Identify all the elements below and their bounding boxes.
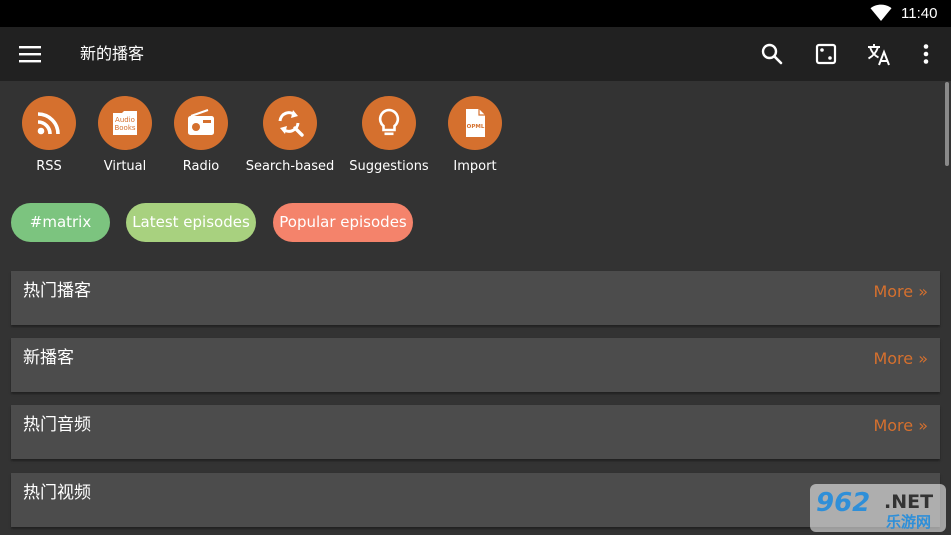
category-suggestions-circle: [362, 96, 416, 150]
section-popular-video[interactable]: 热门视频: [11, 473, 940, 527]
category-label: Radio: [182, 159, 220, 174]
app-screen: 11:40 新的播客 RSS Audio Books Virtual Radio…: [0, 0, 951, 535]
category-search-based[interactable]: Search-based: [245, 96, 335, 180]
menu-icon[interactable]: [18, 42, 44, 66]
category-virtual-circle: Audio Books: [98, 96, 152, 150]
svg-text:乐游网: 乐游网: [886, 513, 931, 531]
more-link[interactable]: More »: [873, 348, 928, 370]
svg-text:OPML: OPML: [467, 124, 485, 130]
opml-file-icon: OPML: [466, 109, 485, 137]
tag-popular-episodes[interactable]: Popular episodes: [273, 203, 413, 242]
more-link[interactable]: More »: [873, 281, 928, 303]
section-title: 热门播客: [23, 281, 91, 301]
lightbulb-icon: [378, 108, 400, 136]
category-import-circle: OPML: [448, 96, 502, 150]
search-icon: [761, 43, 783, 65]
category-radio[interactable]: Radio: [156, 96, 246, 180]
category-radio-circle: [174, 96, 228, 150]
section-title: 新播客: [23, 348, 74, 368]
watermark-logo: 962 .NET 乐游网: [810, 484, 946, 532]
tag-matrix[interactable]: #matrix: [11, 203, 110, 242]
search-refresh-icon: [278, 110, 304, 137]
translate-button[interactable]: [865, 40, 893, 68]
category-suggestions[interactable]: Suggestions: [344, 96, 434, 180]
scrollbar-thumb[interactable]: [945, 82, 949, 166]
svg-text:.NET: .NET: [884, 491, 933, 513]
more-vert-icon: [923, 44, 929, 64]
dice-icon: [815, 43, 837, 65]
status-bar: 11:40: [0, 0, 951, 27]
search-button[interactable]: [758, 40, 786, 68]
category-label: Search-based: [245, 159, 335, 174]
section-new-podcasts[interactable]: 新播客 More »: [11, 338, 940, 392]
svg-text:962: 962: [816, 488, 870, 518]
svg-text:Audio: Audio: [115, 116, 135, 124]
page-title: 新的播客: [80, 44, 145, 63]
section-title: 热门音频: [23, 415, 91, 435]
wifi-icon: [870, 4, 892, 21]
category-search-based-circle: [263, 96, 317, 150]
translate-icon: [868, 44, 890, 66]
category-import[interactable]: OPML Import: [430, 96, 520, 180]
random-button[interactable]: [812, 40, 840, 68]
status-time: 11:40: [901, 5, 938, 22]
tag-latest-episodes[interactable]: Latest episodes: [126, 203, 256, 242]
audio-books-icon: Audio Books: [113, 111, 137, 135]
more-link[interactable]: More »: [873, 415, 928, 437]
category-label: Suggestions: [349, 159, 429, 174]
toolbar: 新的播客: [0, 27, 951, 81]
category-rss-circle: [22, 96, 76, 150]
rss-icon: [37, 112, 60, 135]
section-popular-podcasts[interactable]: 热门播客 More »: [11, 271, 940, 325]
radio-icon: [188, 109, 214, 135]
svg-text:Books: Books: [114, 124, 135, 132]
section-popular-audio[interactable]: 热门音频 More »: [11, 405, 940, 459]
section-title: 热门视频: [23, 483, 91, 503]
overflow-menu-button[interactable]: [912, 40, 940, 68]
category-label: Import: [453, 159, 497, 174]
